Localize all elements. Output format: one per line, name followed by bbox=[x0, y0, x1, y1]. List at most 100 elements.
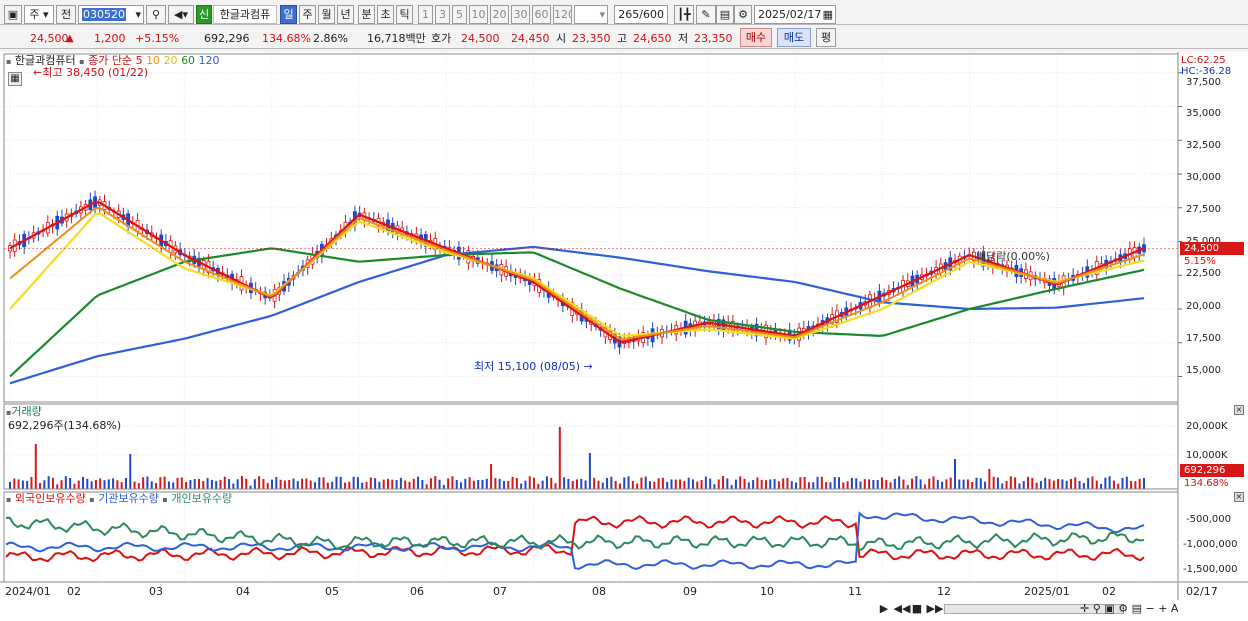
volume-bar bbox=[335, 476, 338, 489]
interval-30-button[interactable]: 30 bbox=[511, 5, 530, 24]
x-tick: 2025/01 bbox=[1024, 585, 1070, 598]
volume-bar bbox=[1074, 477, 1077, 489]
volume-bar bbox=[1095, 480, 1098, 489]
volume-bar bbox=[468, 477, 471, 489]
volume-bar bbox=[240, 476, 243, 489]
period-year-button[interactable]: 년 bbox=[337, 5, 354, 24]
bullet-icon: ▪ bbox=[79, 57, 85, 66]
volume-bar bbox=[279, 479, 282, 489]
volume-bar bbox=[876, 479, 879, 489]
rewind-icon[interactable]: ◀◀ bbox=[894, 602, 911, 616]
volume-bar bbox=[889, 482, 892, 489]
volume-pct-tag: 134.68% bbox=[1184, 478, 1229, 489]
zoom-in-icon[interactable]: + bbox=[1158, 602, 1167, 615]
play-icon[interactable]: ▶ bbox=[878, 602, 890, 616]
price-tick: 20,000 bbox=[1186, 301, 1221, 312]
volume-bar bbox=[305, 478, 308, 489]
interval-10-button[interactable]: 10 bbox=[469, 5, 488, 24]
table-toggle-icon[interactable]: ▦ bbox=[8, 72, 22, 86]
volume-bar bbox=[322, 477, 325, 489]
volume-bar bbox=[425, 484, 428, 489]
high-price: 24,650 bbox=[633, 32, 672, 45]
volume-bar bbox=[1121, 477, 1124, 489]
chart-search-icon[interactable]: ⚲ bbox=[1093, 602, 1101, 615]
period-second-button[interactable]: 초 bbox=[377, 5, 394, 24]
volume-bar bbox=[34, 444, 37, 489]
volume-bar bbox=[777, 481, 780, 489]
window-menu-icon[interactable]: ▣ bbox=[4, 5, 22, 24]
interval-60-button[interactable]: 60 bbox=[532, 5, 551, 24]
speaker-icon[interactable]: ◀▾ bbox=[168, 5, 194, 24]
open-label: 시 bbox=[556, 32, 567, 45]
volume-bar bbox=[1078, 480, 1081, 489]
font-size-icon[interactable]: A bbox=[1171, 602, 1179, 615]
eval-button[interactable]: 평 bbox=[816, 28, 836, 47]
draw-tool-icon[interactable]: ✎ bbox=[696, 5, 716, 24]
buy-button[interactable]: 매수 bbox=[740, 28, 772, 47]
volume-bar bbox=[679, 479, 682, 489]
volume-bar bbox=[898, 476, 901, 489]
interval-5-button[interactable]: 5 bbox=[452, 5, 467, 24]
x-tick: 08 bbox=[592, 585, 606, 598]
period-tick-button[interactable]: 틱 bbox=[396, 5, 413, 24]
moving-averages bbox=[4, 201, 1178, 385]
interval-120-button[interactable]: 120 bbox=[553, 5, 572, 24]
zoom-out-icon[interactable]: − bbox=[1145, 602, 1154, 615]
volume-bar bbox=[1014, 477, 1017, 489]
volume-bar bbox=[9, 482, 11, 489]
volume-bar bbox=[1108, 476, 1111, 489]
stock-chart[interactable] bbox=[0, 52, 1248, 621]
volume-bar bbox=[326, 482, 329, 489]
ma20-legend: 20 bbox=[163, 54, 178, 67]
volume-bar bbox=[176, 477, 179, 489]
candle-type-icon[interactable]: ┃╋ bbox=[674, 5, 694, 24]
sell-button[interactable]: 매도 bbox=[777, 28, 811, 47]
camera-icon[interactable]: ▣ bbox=[1104, 602, 1114, 615]
period-minute-button[interactable]: 분 bbox=[358, 5, 375, 24]
interval-20-button[interactable]: 20 bbox=[490, 5, 509, 24]
volume-bar bbox=[232, 483, 235, 489]
date-input[interactable]: 2025/02/17 ▦ bbox=[754, 5, 836, 24]
volume-bar bbox=[447, 478, 450, 489]
low-annotation-text: 최저 15,100 (08/05) bbox=[474, 360, 581, 373]
volume-bar bbox=[1130, 480, 1133, 489]
interval-custom-input[interactable]: ▾ bbox=[574, 5, 608, 24]
individual-holding-legend: 개인보유수량 bbox=[171, 492, 233, 505]
volume-bar bbox=[812, 482, 815, 489]
volume-bar bbox=[442, 484, 445, 489]
volume-bar bbox=[185, 482, 188, 489]
volume-bar bbox=[1005, 480, 1008, 489]
close-icon[interactable]: × bbox=[1234, 492, 1244, 502]
stock-code-input[interactable]: 030520 ▾ bbox=[78, 5, 144, 24]
interval-3-button[interactable]: 3 bbox=[435, 5, 450, 24]
gear-icon[interactable]: ⚙ bbox=[734, 5, 752, 24]
volume-bar bbox=[825, 482, 828, 489]
crosshair-icon[interactable]: ✛ bbox=[1080, 602, 1089, 615]
save-icon[interactable]: ▤ bbox=[716, 5, 734, 24]
volume-bar bbox=[26, 480, 29, 489]
search-icon[interactable]: ⚲ bbox=[146, 5, 166, 24]
volume-bar bbox=[1117, 483, 1120, 489]
prev-button[interactable]: 전 bbox=[56, 5, 76, 24]
chart-area[interactable]: ▪ 한글과컴퓨터 ▪ 종가 단순 5 10 20 60 120 ▦ ←최고 38… bbox=[0, 52, 1248, 621]
period-week-button[interactable]: 주 bbox=[299, 5, 316, 24]
volume-bar bbox=[567, 478, 570, 489]
volume-bar bbox=[223, 476, 226, 489]
close-icon[interactable]: × bbox=[1234, 405, 1244, 415]
volume-bar bbox=[404, 480, 407, 489]
chart-save-icon[interactable]: ▤ bbox=[1132, 602, 1142, 615]
chart-gear-icon[interactable]: ⚙ bbox=[1118, 602, 1128, 615]
volume-bar bbox=[107, 479, 110, 489]
period-day-button[interactable]: 일 bbox=[280, 5, 297, 24]
period-month-button[interactable]: 월 bbox=[318, 5, 335, 24]
interval-1-button[interactable]: 1 bbox=[418, 5, 433, 24]
volume-bar bbox=[17, 479, 20, 489]
x-tick: 07 bbox=[493, 585, 507, 598]
forward-icon[interactable]: ▶▶ bbox=[927, 602, 944, 616]
market-select[interactable]: 주 ▾ bbox=[24, 5, 54, 24]
volume-bar bbox=[206, 478, 209, 489]
volume-bar bbox=[795, 482, 798, 489]
stop-icon[interactable]: ■ bbox=[911, 602, 923, 616]
volume-bar bbox=[271, 479, 274, 489]
data-count-input[interactable]: 265/600 bbox=[614, 5, 668, 24]
